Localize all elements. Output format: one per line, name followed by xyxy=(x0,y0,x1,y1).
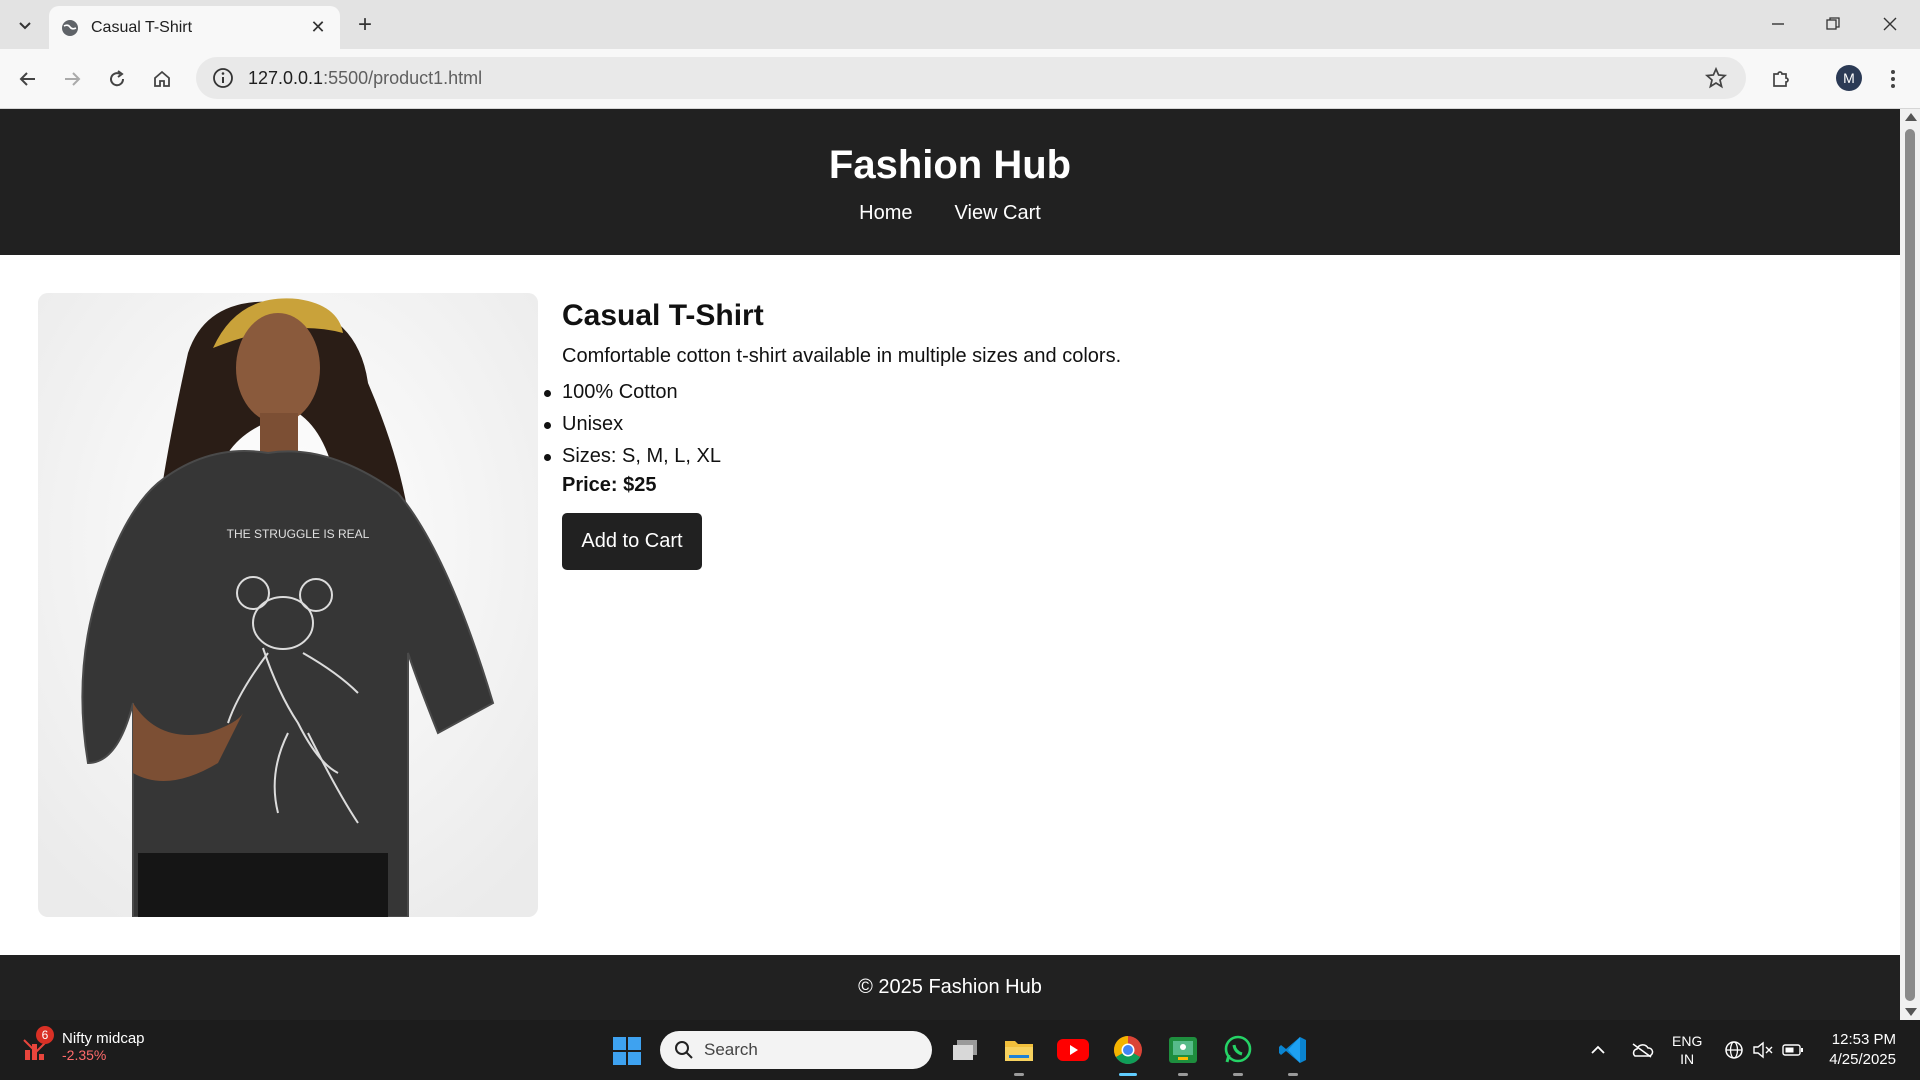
clock-time: 12:53 PM xyxy=(1831,1031,1896,1048)
home-icon[interactable] xyxy=(146,63,178,95)
show-hidden-icons-chevron-icon[interactable] xyxy=(1590,1020,1606,1080)
url-text: 127.0.0.1:5500/product1.html xyxy=(248,67,483,88)
taskbar-search-box[interactable]: Search xyxy=(660,1031,932,1069)
task-view-icon[interactable] xyxy=(948,1033,982,1067)
close-window-icon[interactable] xyxy=(1872,8,1908,40)
windows-taskbar: 6 Nifty midcap -2.35% Search ENG IN 12:5… xyxy=(0,1020,1920,1080)
restore-icon[interactable] xyxy=(1815,8,1851,40)
feature-item: 100% Cotton xyxy=(543,376,1121,408)
feature-list: 100% Cotton Unisex Sizes: S, M, L, XL xyxy=(543,376,1121,472)
site-info-icon[interactable] xyxy=(212,67,234,89)
running-indicator xyxy=(1288,1073,1298,1076)
reload-icon[interactable] xyxy=(101,63,133,95)
onedrive-offline-icon[interactable] xyxy=(1630,1020,1654,1080)
page-viewport: Fashion Hub Home View Cart THE STRUGGLE … xyxy=(0,109,1920,1020)
product-image: THE STRUGGLE IS REAL xyxy=(38,293,538,917)
feature-item: Sizes: S, M, L, XL xyxy=(543,440,1121,472)
volume-muted-icon[interactable] xyxy=(1752,1020,1774,1080)
feature-item: Unisex xyxy=(543,408,1121,440)
tab-title: Casual T-Shirt xyxy=(91,18,193,36)
widget-value: -2.35% xyxy=(62,1047,107,1063)
nav-link-home[interactable]: Home xyxy=(859,202,912,225)
widget-badge: 6 xyxy=(36,1025,54,1044)
network-globe-icon[interactable] xyxy=(1724,1020,1744,1080)
page-scrollbar[interactable] xyxy=(1900,109,1920,1020)
lang-bottom: IN xyxy=(1680,1051,1695,1067)
tab-search-chevron-icon[interactable] xyxy=(12,12,38,38)
youtube-icon[interactable] xyxy=(1056,1033,1090,1067)
search-icon xyxy=(675,1041,693,1059)
site-nav: Home View Cart xyxy=(0,202,1900,225)
scroll-up-arrow-icon[interactable] xyxy=(1905,113,1917,121)
back-arrow-icon[interactable] xyxy=(12,63,44,95)
file-explorer-icon[interactable] xyxy=(1002,1033,1036,1076)
forward-arrow-icon[interactable] xyxy=(56,63,88,95)
shirt-print-text: THE STRUGGLE IS REAL xyxy=(227,527,370,541)
battery-icon[interactable] xyxy=(1782,1020,1804,1080)
stocks-widget[interactable]: 6 Nifty midcap -2.35% xyxy=(22,1025,145,1063)
running-indicator xyxy=(1233,1073,1243,1076)
address-bar[interactable]: 127.0.0.1:5500/product1.html xyxy=(196,57,1746,99)
site-footer: © 2025 Fashion Hub xyxy=(0,955,1900,1020)
whatsapp-icon[interactable] xyxy=(1221,1033,1255,1076)
product-price: Price: $25 xyxy=(562,474,657,496)
nav-link-view-cart[interactable]: View Cart xyxy=(955,202,1041,225)
input-language[interactable]: ENG IN xyxy=(1672,1020,1702,1080)
system-clock[interactable]: 12:53 PM 4/25/2025 xyxy=(1824,1030,1896,1070)
site-header: Fashion Hub Home View Cart xyxy=(0,109,1900,255)
globe-icon xyxy=(62,19,78,36)
running-indicator xyxy=(1014,1073,1024,1076)
search-placeholder: Search xyxy=(704,1040,758,1059)
browser-tab-active[interactable]: Casual T-Shirt ✕ xyxy=(49,6,340,49)
classroom-icon[interactable] xyxy=(1166,1033,1200,1076)
product-description: Comfortable cotton t-shirt available in … xyxy=(562,345,1122,367)
minimize-icon[interactable] xyxy=(1760,8,1796,40)
vscode-icon[interactable] xyxy=(1276,1033,1310,1076)
new-tab-plus-icon[interactable]: + xyxy=(350,10,380,40)
add-to-cart-button[interactable]: Add to Cart xyxy=(562,513,702,570)
running-indicator-active xyxy=(1119,1073,1137,1076)
running-indicator xyxy=(1178,1073,1188,1076)
tab-close-icon[interactable]: ✕ xyxy=(308,17,328,38)
bookmark-star-icon[interactable] xyxy=(1704,66,1728,90)
browser-toolbar: 127.0.0.1:5500/product1.html M xyxy=(0,49,1920,109)
stock-chart-icon: 6 xyxy=(22,1025,54,1062)
clock-date: 4/25/2025 xyxy=(1829,1051,1896,1068)
site-title: Fashion Hub xyxy=(828,143,1072,187)
product-name: Casual T-Shirt xyxy=(562,299,764,332)
widget-title: Nifty midcap xyxy=(62,1030,145,1047)
browser-tabstrip: Casual T-Shirt ✕ + xyxy=(0,0,1920,49)
lang-top: ENG xyxy=(1672,1033,1703,1049)
scroll-down-arrow-icon[interactable] xyxy=(1905,1008,1917,1016)
windows-start-icon[interactable] xyxy=(612,1036,642,1066)
extensions-puzzle-icon[interactable] xyxy=(1765,63,1797,95)
menu-kebab-icon[interactable] xyxy=(1877,63,1909,95)
scroll-thumb[interactable] xyxy=(1905,129,1915,1001)
chrome-icon[interactable] xyxy=(1111,1033,1145,1076)
product-info: Casual T-Shirt Comfortable cotton t-shir… xyxy=(543,299,1122,570)
profile-avatar[interactable]: M xyxy=(1836,65,1862,91)
